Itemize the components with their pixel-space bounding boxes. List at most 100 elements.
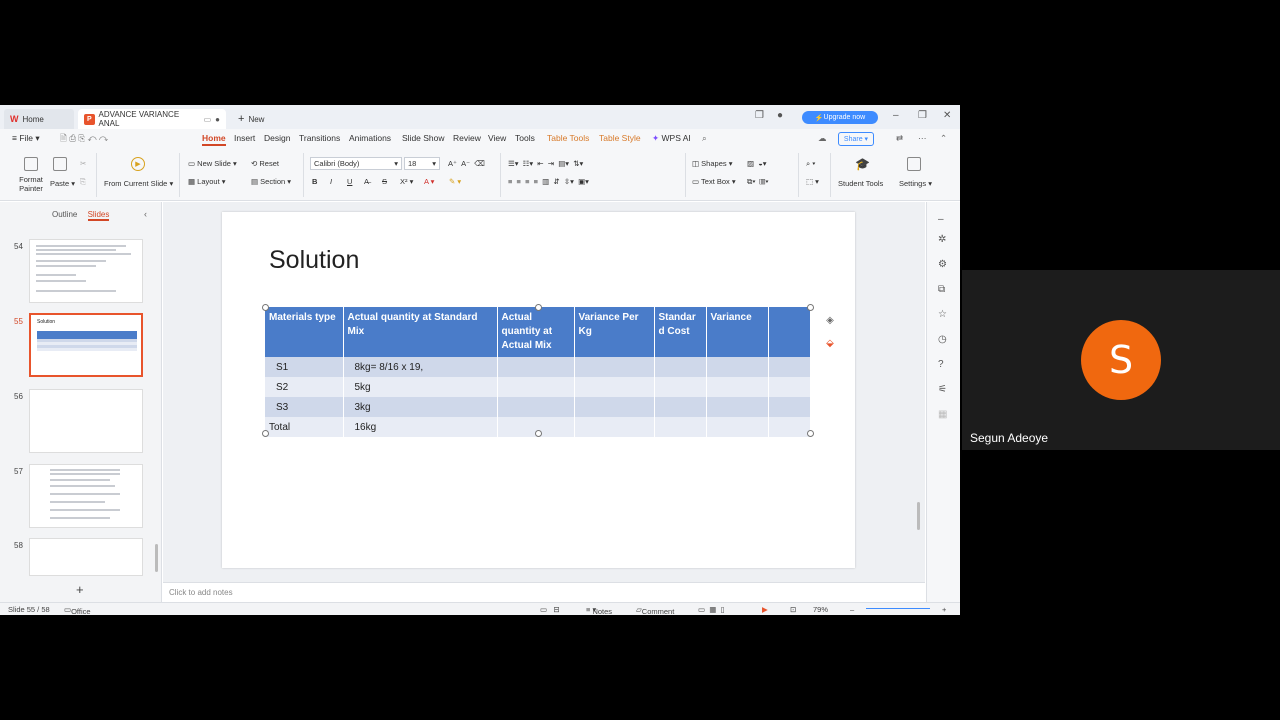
tab-view[interactable]: View <box>488 133 506 143</box>
table-cell[interactable]: S1 <box>265 357 344 377</box>
text-box-button[interactable]: ▭ Text Box ▾ <box>692 177 736 186</box>
tab-outline[interactable]: Outline <box>52 210 77 219</box>
cut-icon[interactable]: ✂ <box>80 159 86 168</box>
settings-button[interactable]: Settings ▾ <box>899 179 932 188</box>
resize-handle[interactable] <box>535 430 542 437</box>
table-cell[interactable]: 5kg <box>343 377 498 397</box>
add-slide-icon[interactable]: + <box>76 582 84 597</box>
section-button[interactable]: ▤ Section ▾ <box>251 177 291 186</box>
shapes-button[interactable]: ◫ Shapes ▾ <box>692 159 732 168</box>
layout-button[interactable]: ▦ Layout ▾ <box>188 177 226 186</box>
tab-document[interactable]: P ADVANCE VARIANCE ANAL ▭ ● <box>78 109 226 129</box>
tab-table-style[interactable]: Table Style <box>599 133 641 143</box>
copy-style-icon[interactable]: ⧉ <box>938 284 945 295</box>
tab-slides[interactable]: Slides <box>87 210 110 221</box>
font-size-controls-icons[interactable]: A⁺ A⁻ ⌫ <box>448 159 485 168</box>
picture-icons[interactable]: ▨ ◒▾ <box>747 159 767 168</box>
notes-pane[interactable]: Click to add notes <box>163 582 925 602</box>
tab-review[interactable]: Review <box>453 133 481 143</box>
more-icon[interactable]: ⋯ <box>918 133 927 144</box>
status-tool-icons[interactable]: ▭ ⊟ <box>540 605 560 614</box>
table-header-cell[interactable]: Materials type <box>265 307 344 357</box>
new-tab-button[interactable]: + New <box>232 109 292 129</box>
table-cell[interactable] <box>706 397 769 417</box>
table-header-cell[interactable]: Variance Per Kg <box>574 307 655 357</box>
select-icon[interactable]: ⬚ ▾ <box>806 177 819 186</box>
tab-animations[interactable]: Animations <box>349 133 391 143</box>
comment-toggle[interactable]: ▱ Comment <box>636 605 674 615</box>
table-cell[interactable] <box>706 417 769 437</box>
ai-icon[interactable]: ⚙ <box>938 259 947 270</box>
table-cell[interactable] <box>497 377 575 397</box>
restore-layout-icon[interactable]: ❐ <box>755 110 764 121</box>
table-cell[interactable] <box>768 397 811 417</box>
tab-table-tools[interactable]: Table Tools <box>547 133 589 143</box>
adjust-icon[interactable]: ⚟ <box>938 384 947 395</box>
cloud-sync-icon[interactable]: ☁ <box>818 133 827 144</box>
table-cell[interactable]: 16kg <box>343 417 498 437</box>
maximize-icon[interactable]: ❐ <box>918 110 927 121</box>
text-effects-icon[interactable]: A̶ <box>364 177 369 186</box>
table-cell[interactable] <box>654 397 707 417</box>
layers-icon[interactable]: ◈ <box>823 315 837 329</box>
history-icon[interactable]: ⇄ <box>896 133 903 144</box>
table-header-cell[interactable]: Actual quantity at Actual Mix <box>497 307 575 357</box>
underline-icon[interactable]: U <box>347 177 352 186</box>
copy-icon[interactable]: ⎘ <box>80 177 86 187</box>
star-icon[interactable]: ☆ <box>938 309 947 320</box>
table-style-icon[interactable]: ⬙ <box>823 338 837 352</box>
from-current-slide-button[interactable]: From Current Slide ▾ <box>104 179 173 188</box>
notes-toggle[interactable]: ≡ Notes ▾ <box>586 605 612 615</box>
tab-insert[interactable]: Insert <box>234 133 255 143</box>
minimize-icon[interactable]: – <box>893 110 899 121</box>
table-cell[interactable] <box>497 357 575 377</box>
help-icon[interactable]: ? <box>938 359 944 370</box>
history-icon[interactable]: ◷ <box>938 334 947 345</box>
tab-home[interactable]: W Home <box>4 109 74 129</box>
tab-home-ribbon[interactable]: Home <box>202 133 226 146</box>
table-cell[interactable] <box>706 357 769 377</box>
table-cell[interactable] <box>654 417 707 437</box>
table-cell[interactable]: S2 <box>265 377 344 397</box>
table-cell[interactable] <box>768 357 811 377</box>
new-slide-button[interactable]: ▭ New Slide ▾ <box>188 159 237 168</box>
window-mode-icon[interactable]: ▭ <box>204 115 212 124</box>
paragraph-tools-icons[interactable]: ☰▾ ☷▾ ⇤ ⇥ ▤▾ ⇅▾ <box>508 159 583 168</box>
table-cell[interactable] <box>574 397 655 417</box>
zoom-level[interactable]: 79% <box>813 605 828 614</box>
font-name-select[interactable]: Calibri (Body) ▾ <box>310 157 402 170</box>
slideshow-play-icon[interactable]: ▶ <box>762 605 768 614</box>
reset-button[interactable]: ⟲ Reset <box>251 159 279 168</box>
table-cell[interactable] <box>654 377 707 397</box>
account-avatar-icon[interactable]: ● <box>777 110 783 121</box>
zoom-in-icon[interactable]: + <box>942 605 946 614</box>
panel-scrollbar[interactable] <box>155 544 158 572</box>
tools-icon[interactable]: ✲ <box>938 234 946 245</box>
highlight-icon[interactable]: ✎ ▾ <box>449 177 461 186</box>
play-from-current-icon[interactable]: ▶ <box>131 157 145 171</box>
collapse-panel-icon[interactable]: ‹ <box>144 209 147 219</box>
resize-handle[interactable] <box>807 430 814 437</box>
grid-icon[interactable]: ▦ <box>938 409 947 420</box>
resize-handle[interactable] <box>262 430 269 437</box>
table-cell[interactable] <box>574 377 655 397</box>
alignment-icons[interactable]: ≡ ≡ ≡ ≡ ▥ ⇵ ⇳▾ ▣▾ <box>508 177 589 186</box>
close-icon[interactable]: ✕ <box>943 110 951 121</box>
tab-tools[interactable]: Tools <box>515 133 535 143</box>
table-cell[interactable] <box>574 357 655 377</box>
slide-thumbnail-58[interactable] <box>29 538 143 576</box>
search-icon[interactable]: ⌕ <box>702 133 707 144</box>
table-cell[interactable] <box>768 377 811 397</box>
slide-thumbnail-56[interactable] <box>29 389 143 453</box>
tab-transitions[interactable]: Transitions <box>299 133 340 143</box>
tab-design[interactable]: Design <box>264 133 290 143</box>
arrange-icons[interactable]: ⧉▾ ▥▾ <box>747 177 769 187</box>
table-cell[interactable]: 3kg <box>343 397 498 417</box>
resize-handle[interactable] <box>262 304 269 311</box>
table-header-cell[interactable]: Variance <box>706 307 769 357</box>
superscript-icon[interactable]: X² ▾ <box>400 177 413 186</box>
slide-thumbnail-54[interactable] <box>29 239 143 303</box>
table-cell[interactable] <box>706 377 769 397</box>
upgrade-now-button[interactable]: ⚡ Upgrade now <box>802 111 878 124</box>
view-mode-icons[interactable]: ▭ ▦ ▯ <box>698 605 725 614</box>
